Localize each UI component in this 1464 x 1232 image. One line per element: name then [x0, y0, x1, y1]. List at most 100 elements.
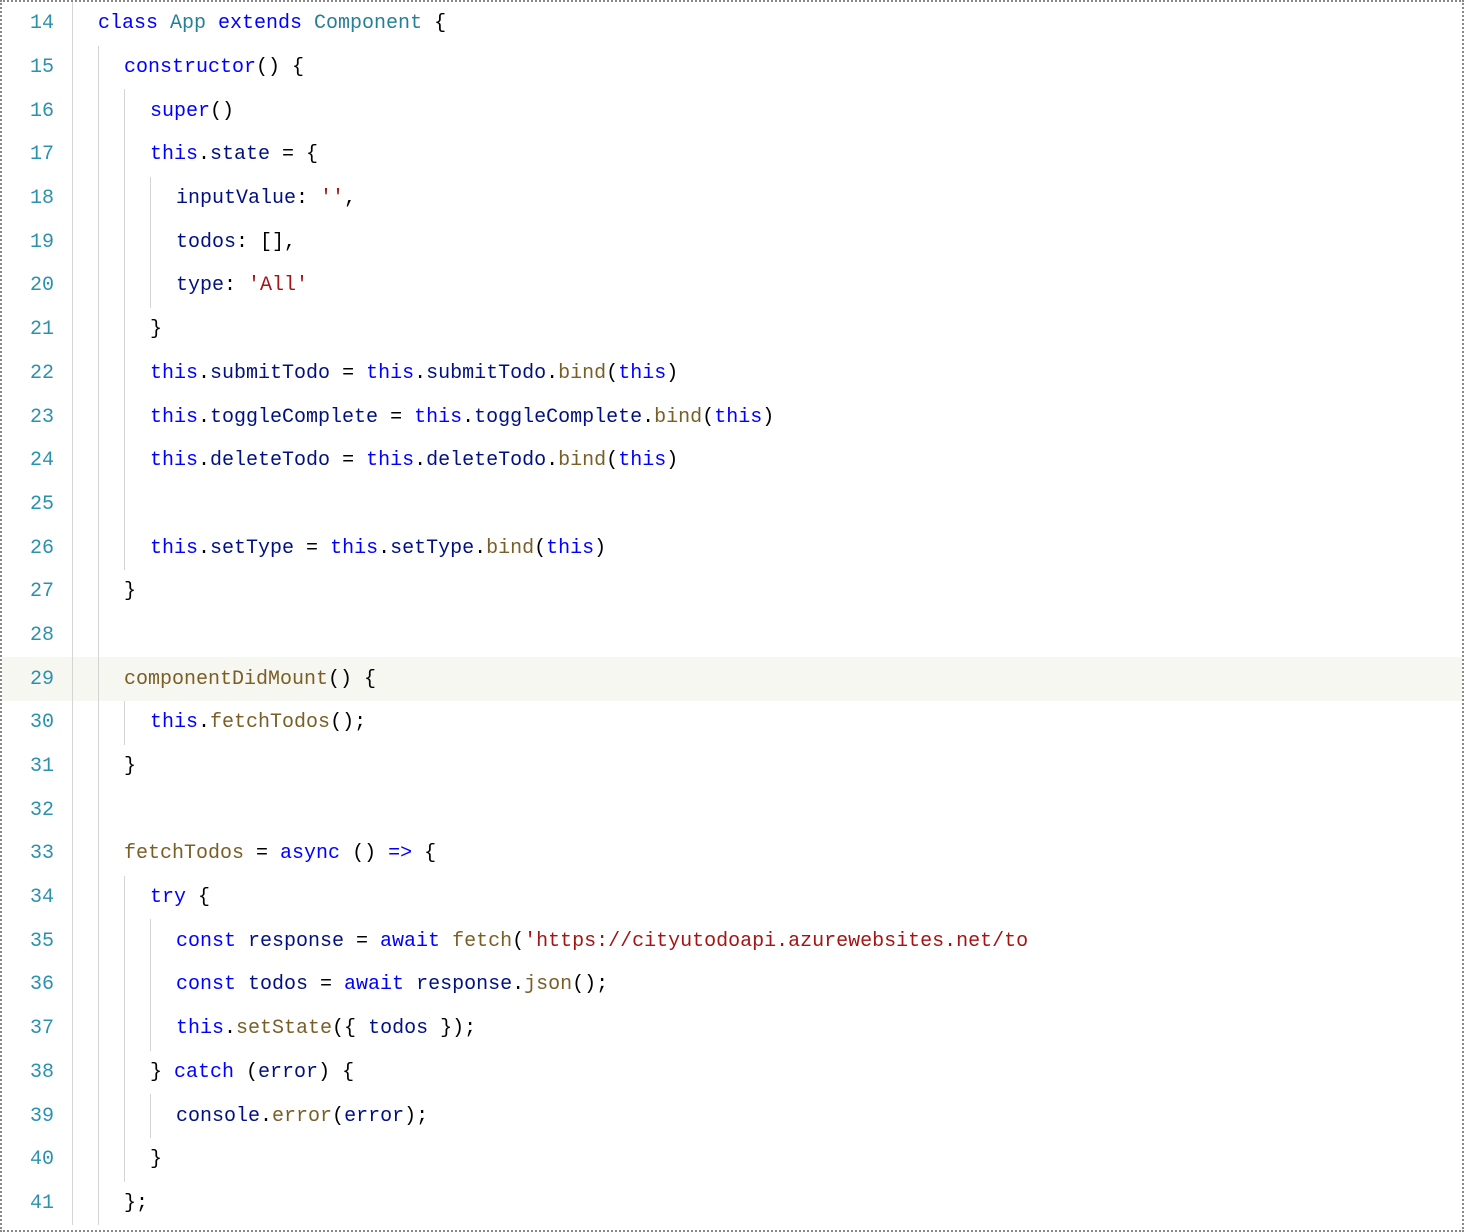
code-content[interactable]: const response = await fetch('https://ci… — [176, 930, 1462, 953]
token-punc: ) — [594, 537, 606, 560]
code-content[interactable]: } — [150, 1148, 1462, 1171]
token-func: bind — [654, 406, 702, 429]
token-punc: : [], — [236, 231, 296, 254]
token-type: App — [170, 12, 218, 35]
token-ident: inputValue — [176, 187, 296, 210]
token-kw: class — [98, 12, 170, 35]
code-line[interactable]: 19 todos: [], — [2, 220, 1462, 264]
code-content[interactable]: super() — [150, 100, 1462, 123]
code-content[interactable]: } — [150, 318, 1462, 341]
code-content[interactable]: componentDidMount() { — [124, 668, 1462, 691]
code-content[interactable]: } catch (error) { — [150, 1061, 1462, 1084]
token-punc: . — [198, 362, 210, 385]
code-line[interactable]: 22this.submitTodo = this.submitTodo.bind… — [2, 352, 1462, 396]
token-kw: catch — [174, 1061, 246, 1084]
code-line[interactable]: 15constructor() { — [2, 46, 1462, 90]
indent-guide — [98, 832, 99, 876]
token-punc: }); — [428, 1017, 476, 1040]
code-line[interactable]: 34try { — [2, 876, 1462, 920]
indent-guide — [98, 264, 99, 308]
code-content[interactable]: class App extends Component { — [98, 12, 1462, 35]
code-content[interactable]: this.state = { — [150, 143, 1462, 166]
code-content[interactable]: } — [124, 580, 1462, 603]
token-punc: ( — [332, 1105, 344, 1128]
code-line[interactable]: 31} — [2, 745, 1462, 789]
line-number: 19 — [2, 231, 72, 254]
code-line[interactable]: 16super() — [2, 89, 1462, 133]
token-kw: this — [150, 537, 198, 560]
token-ident: setType — [210, 537, 294, 560]
code-content[interactable]: this.setState({ todos }); — [176, 1017, 1462, 1040]
indent-guide — [72, 614, 73, 658]
code-line[interactable]: 20type: 'All' — [2, 264, 1462, 308]
token-ident: deleteTodo — [426, 449, 546, 472]
line-number: 25 — [2, 493, 72, 516]
code-line[interactable]: 35const response = await fetch('https://… — [2, 919, 1462, 963]
indent-guide — [98, 963, 99, 1007]
indent-guide — [98, 876, 99, 920]
indent-guide — [72, 876, 73, 920]
code-editor[interactable]: 14class App extends Component {15constru… — [2, 2, 1462, 1230]
indent-guide — [124, 1138, 125, 1182]
code-line[interactable]: 25 — [2, 483, 1462, 527]
line-number: 28 — [2, 624, 72, 647]
code-line[interactable]: 23this.toggleComplete = this.toggleCompl… — [2, 395, 1462, 439]
code-content[interactable]: this.submitTodo = this.submitTodo.bind(t… — [150, 362, 1462, 385]
code-line[interactable]: 26this.setType = this.setType.bind(this) — [2, 526, 1462, 570]
code-line[interactable]: 32 — [2, 788, 1462, 832]
indent-guide — [124, 876, 125, 920]
code-line[interactable]: 24this.deleteTodo = this.deleteTodo.bind… — [2, 439, 1462, 483]
code-content[interactable]: this.setType = this.setType.bind(this) — [150, 537, 1462, 560]
indent-guide — [72, 1182, 73, 1226]
code-content[interactable]: this.deleteTodo = this.deleteTodo.bind(t… — [150, 449, 1462, 472]
line-number: 29 — [2, 668, 72, 691]
token-kw: await — [380, 930, 452, 953]
code-content[interactable]: try { — [150, 886, 1462, 909]
token-ident: response — [248, 930, 344, 953]
code-line[interactable]: 39console.error(error); — [2, 1094, 1462, 1138]
code-line[interactable]: 14class App extends Component { — [2, 2, 1462, 46]
code-line[interactable]: 41}; — [2, 1182, 1462, 1226]
indent-guide — [98, 614, 99, 658]
code-line[interactable]: 18inputValue: '', — [2, 177, 1462, 221]
token-plain: = — [330, 449, 366, 472]
token-kw: this — [546, 537, 594, 560]
code-content[interactable]: this.toggleComplete = this.toggleComplet… — [150, 406, 1462, 429]
code-line[interactable]: 28 — [2, 614, 1462, 658]
token-ident: todos — [368, 1017, 428, 1040]
code-content[interactable]: console.error(error); — [176, 1105, 1462, 1128]
indent-guide — [72, 570, 73, 614]
code-line[interactable]: 38} catch (error) { — [2, 1051, 1462, 1095]
indent-guide — [72, 745, 73, 789]
line-number: 32 — [2, 799, 72, 822]
code-line[interactable]: 37this.setState({ todos }); — [2, 1007, 1462, 1051]
code-line[interactable]: 33fetchTodos = async () => { — [2, 832, 1462, 876]
code-content[interactable]: const todos = await response.json(); — [176, 973, 1462, 996]
token-kw: this — [414, 406, 462, 429]
indent-guide — [150, 1094, 151, 1138]
code-line[interactable]: 29 componentDidMount() { — [2, 657, 1462, 701]
code-content[interactable]: todos: [], — [176, 231, 1462, 254]
code-content[interactable]: inputValue: '', — [176, 187, 1462, 210]
token-kw: this — [150, 143, 198, 166]
code-line[interactable]: 17this.state = { — [2, 133, 1462, 177]
indent-guides — [72, 439, 150, 483]
code-content[interactable]: type: 'All' — [176, 274, 1462, 297]
indent-guide — [72, 1007, 73, 1051]
code-line[interactable]: 27} — [2, 570, 1462, 614]
code-content[interactable]: }; — [124, 1192, 1462, 1215]
code-line[interactable]: 40} — [2, 1138, 1462, 1182]
code-line[interactable]: 30this.fetchTodos(); — [2, 701, 1462, 745]
indent-guide — [72, 919, 73, 963]
code-content[interactable]: constructor() { — [124, 56, 1462, 79]
code-line[interactable]: 36const todos = await response.json(); — [2, 963, 1462, 1007]
code-content[interactable]: } — [124, 755, 1462, 778]
indent-guide — [72, 352, 73, 396]
indent-guides — [72, 876, 150, 920]
code-content[interactable]: fetchTodos = async () => { — [124, 842, 1462, 865]
code-line[interactable]: 21} — [2, 308, 1462, 352]
indent-guide — [98, 657, 99, 701]
code-content[interactable]: this.fetchTodos(); — [150, 711, 1462, 734]
indent-guide — [72, 483, 73, 527]
token-func: bind — [486, 537, 534, 560]
